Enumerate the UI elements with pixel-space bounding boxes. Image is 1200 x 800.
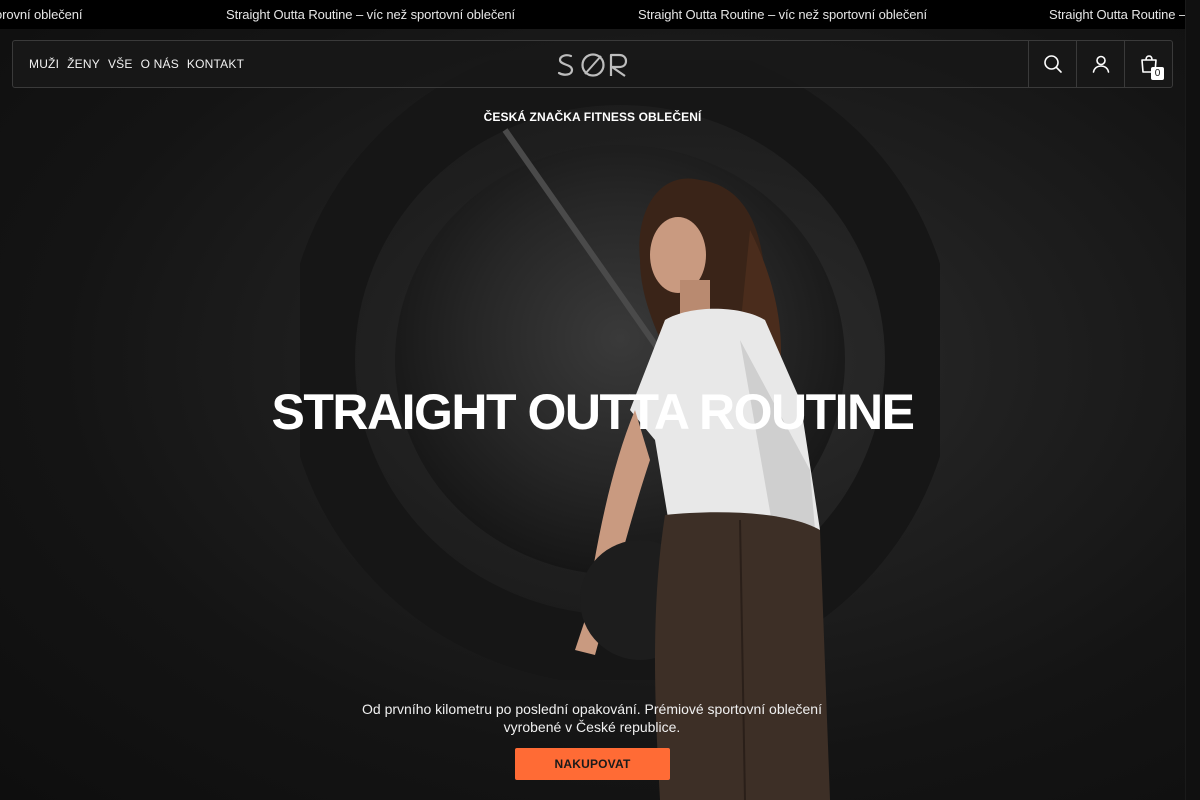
- sor-logo[interactable]: [557, 51, 629, 79]
- announcement-text: Straight Outta Routine – víc než sportov…: [226, 7, 516, 22]
- nav-link-kontakt[interactable]: KONTAKT: [187, 57, 244, 71]
- nav-link-o-nas[interactable]: O NÁS: [141, 57, 179, 71]
- account-icon: [1092, 55, 1109, 73]
- hero-headline: STRAIGHT OUTTA ROUTINE: [271, 384, 915, 440]
- main-nav: MUŽI ŽENY VŠE O NÁS KONTAKT: [29, 41, 244, 87]
- nav-link-zeny[interactable]: ŽENY: [67, 57, 100, 71]
- announcement-text: Straight Outta Routine – víc než sportov…: [638, 7, 928, 22]
- page-scrollbar[interactable]: [1185, 0, 1200, 800]
- announcement-bar: orovní oblečení Straight Outta Routine –…: [0, 0, 1185, 29]
- header-icons: 0: [1028, 41, 1172, 87]
- search-icon: [1043, 55, 1062, 73]
- hero-description: Od prvního kilometru po poslední opaková…: [362, 701, 822, 735]
- shop-now-button[interactable]: NAKUPOVAT: [515, 748, 670, 780]
- site-header: MUŽI ŽENY VŠE O NÁS KONTAKT 0: [12, 40, 1173, 88]
- account-button[interactable]: [1076, 41, 1124, 87]
- search-button[interactable]: [1028, 41, 1076, 87]
- nav-link-vse[interactable]: VŠE: [108, 57, 133, 71]
- nav-link-muzi[interactable]: MUŽI: [29, 57, 59, 71]
- hero-subtitle: ČESKÁ ZNAČKA FITNESS OBLEČENÍ: [483, 110, 702, 124]
- page: orovní oblečení Straight Outta Routine –…: [0, 0, 1185, 800]
- cart-button[interactable]: 0: [1124, 41, 1172, 87]
- announcement-text: Straight Outta Routine – víc než: [1049, 7, 1185, 22]
- announcement-text: orovní oblečení: [0, 7, 83, 22]
- cart-count-badge: 0: [1151, 67, 1164, 80]
